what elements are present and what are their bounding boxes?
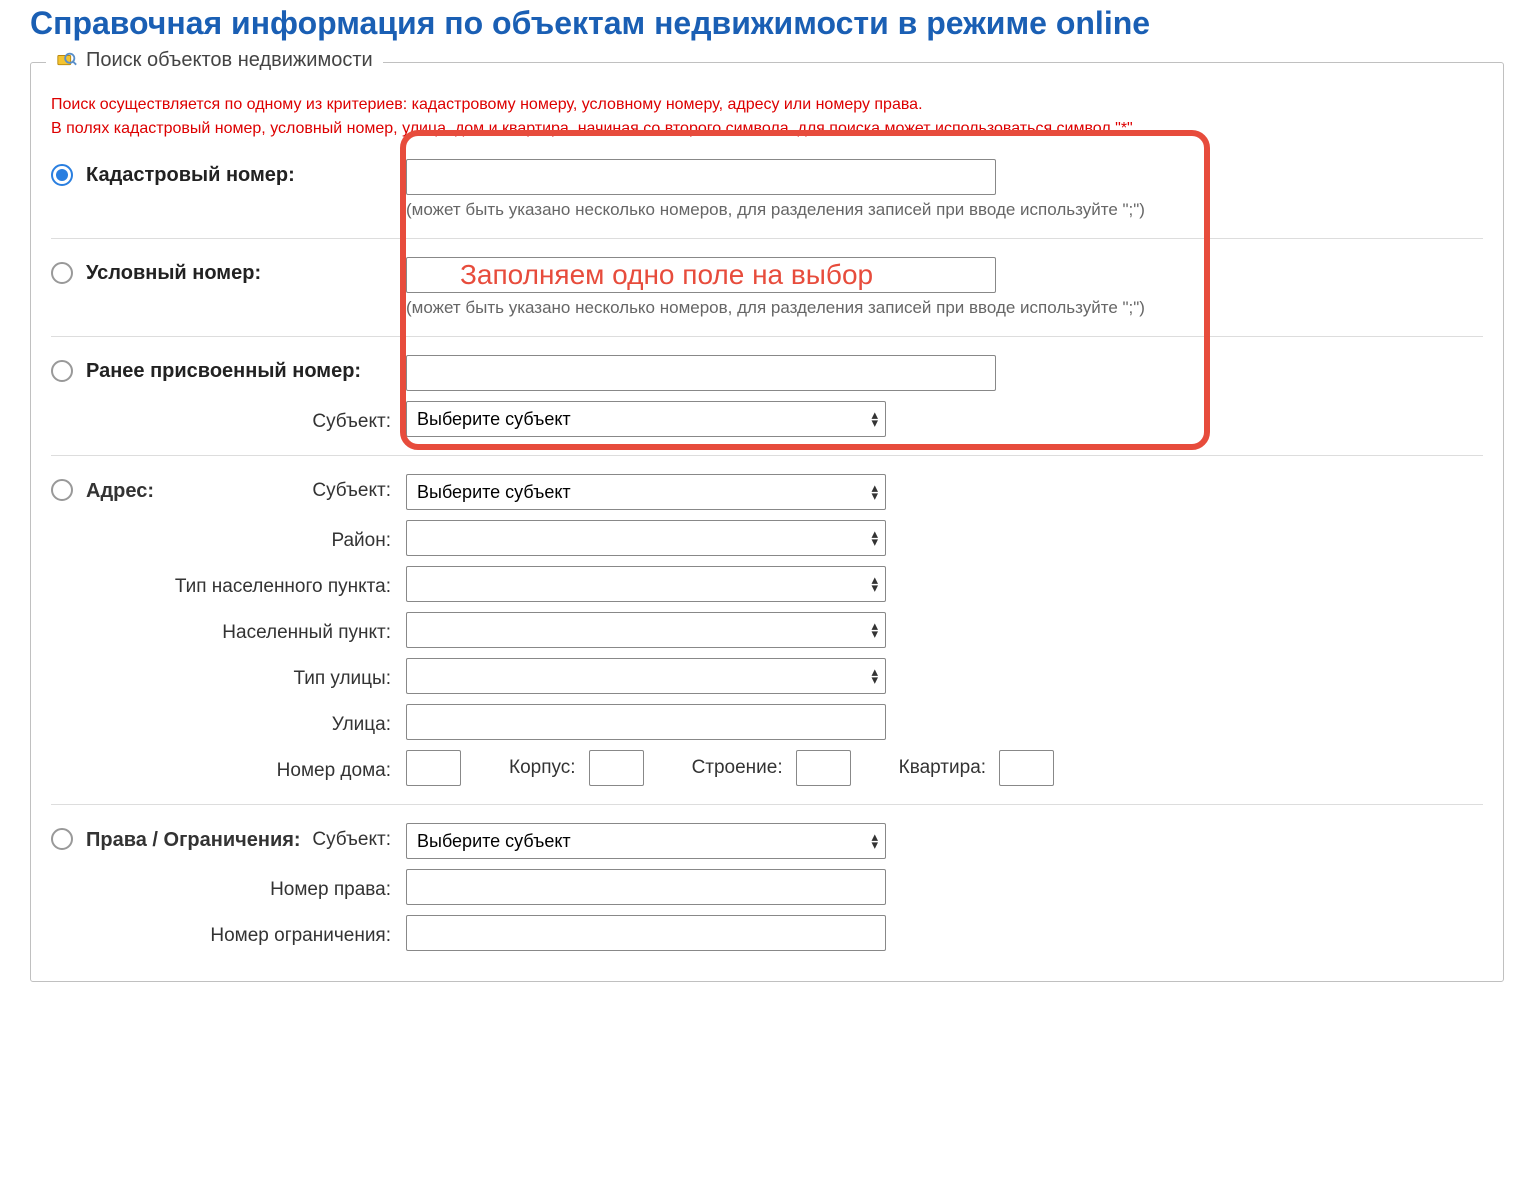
select-addr-street-type[interactable] (406, 658, 886, 694)
select-addr-settlement[interactable] (406, 612, 886, 648)
input-previous[interactable] (406, 355, 996, 391)
label-addr-settlement-type: Тип населенного пункта: (86, 570, 406, 598)
input-addr-corpus[interactable] (589, 750, 644, 786)
radio-rights[interactable] (51, 828, 73, 850)
select-rights-subject[interactable]: Выберите субъект (406, 823, 886, 859)
hint-cadastral: (может быть указано несколько номеров, д… (406, 200, 1483, 220)
label-addr-building: Строение: (692, 757, 783, 779)
label-addr-street: Улица: (86, 708, 406, 736)
label-cadastral: Кадастровый номер: (86, 159, 406, 187)
select-addr-subject[interactable]: Выберите субъект (406, 474, 886, 510)
label-right-number: Номер права: (86, 873, 406, 901)
input-addr-street[interactable] (406, 704, 886, 740)
divider (51, 804, 1483, 805)
input-restriction-number[interactable] (406, 915, 886, 951)
fieldset-legend: Поиск объектов недвижимости (46, 49, 383, 72)
label-restriction-number: Номер ограничения: (86, 919, 406, 947)
hint-conditional: (может быть указано несколько номеров, д… (406, 298, 1483, 318)
label-addr-house: Номер дома: (86, 754, 406, 782)
label-rights: Права / Ограничения: (86, 823, 311, 852)
label-conditional: Условный номер: (86, 257, 406, 285)
input-addr-house[interactable] (406, 750, 461, 786)
label-addr-subject: Субъект: (146, 474, 406, 502)
select-prev-subject[interactable]: Выберите субъект (406, 401, 886, 437)
search-info-text: Поиск осуществляется по одному из критер… (51, 93, 1483, 141)
search-icon (56, 50, 78, 72)
select-addr-settlement-type[interactable] (406, 566, 886, 602)
label-addr-corpus: Корпус: (509, 757, 576, 779)
input-conditional[interactable] (406, 257, 996, 293)
label-addr-flat: Квартира: (899, 757, 986, 779)
label-addr-street-type: Тип улицы: (86, 662, 406, 690)
legend-text: Поиск объектов недвижимости (86, 49, 373, 72)
label-previous: Ранее присвоенный номер: (86, 355, 406, 383)
divider (51, 238, 1483, 239)
input-addr-flat[interactable] (999, 750, 1054, 786)
select-addr-district[interactable] (406, 520, 886, 556)
input-addr-building[interactable] (796, 750, 851, 786)
label-address: Адрес: (86, 474, 146, 503)
divider (51, 455, 1483, 456)
label-prev-subject: Субъект: (86, 405, 406, 433)
input-right-number[interactable] (406, 869, 886, 905)
label-addr-district: Район: (86, 524, 406, 552)
label-addr-settlement: Населенный пункт: (86, 616, 406, 644)
radio-cadastral[interactable] (51, 164, 73, 186)
divider (51, 336, 1483, 337)
radio-conditional[interactable] (51, 262, 73, 284)
input-cadastral[interactable] (406, 159, 996, 195)
info-line-1: Поиск осуществляется по одному из критер… (51, 93, 1483, 117)
info-line-2: В полях кадастровый номер, условный номе… (51, 117, 1483, 141)
search-fieldset: Поиск объектов недвижимости Поиск осущес… (30, 62, 1504, 982)
radio-previous[interactable] (51, 360, 73, 382)
page-title: Справочная информация по объектам недвиж… (30, 0, 1504, 42)
label-rights-subject: Субъект: (311, 823, 406, 851)
radio-address[interactable] (51, 479, 73, 501)
